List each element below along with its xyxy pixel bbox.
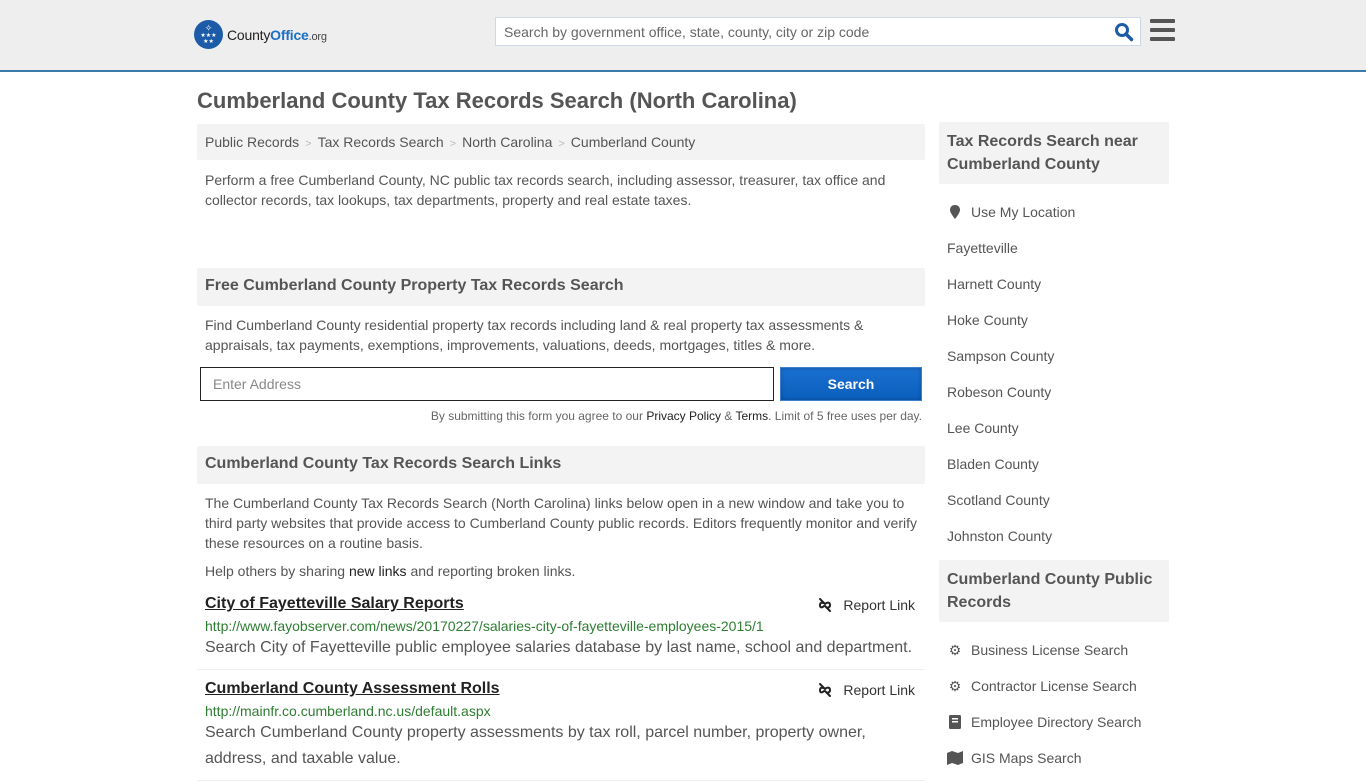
address-search-button[interactable]: Search [780, 367, 922, 401]
resource-link-description: Search City of Fayetteville public emplo… [205, 639, 913, 656]
nearby-link-harnett-county[interactable]: Harnett County [947, 276, 1041, 292]
nearby-item: Robeson County [947, 374, 1161, 410]
broken-link-icon [819, 683, 832, 697]
breadcrumb-separator: > [558, 138, 565, 150]
property-search-heading: Free Cumberland County Property Tax Reco… [197, 268, 925, 306]
map-marker-icon [947, 205, 963, 219]
gis-maps-search-link[interactable]: GIS Maps Search [971, 750, 1082, 766]
top-header: ✧ ★★★ ★★ CountyOffice.org [0, 0, 1366, 72]
map-icon [947, 751, 963, 765]
nearby-item: Lee County [947, 410, 1161, 446]
nearby-link-johnston-county[interactable]: Johnston County [947, 528, 1052, 544]
main-content: Public Records > Tax Records Search > North … [197, 124, 925, 781]
resource-link-item: City of Fayetteville Salary Reports Repo… [197, 585, 925, 670]
search-icon[interactable] [1114, 22, 1134, 42]
public-records-list: ⚙ Business License Search ⚙ Contractor L… [939, 622, 1169, 782]
breadcrumb-north-carolina[interactable]: North Carolina [462, 134, 552, 150]
resource-link-title[interactable]: Cumberland County Assessment Rolls [205, 680, 500, 698]
gear-icon: ⚙ [948, 677, 962, 694]
resource-link-item: Cumberland County Assessment Rolls Repor… [197, 670, 925, 781]
nearby-item: Sampson County [947, 338, 1161, 374]
breadcrumb-separator: > [449, 138, 457, 150]
nearby-item: Johnston County [947, 518, 1161, 554]
links-section-description: The Cumberland County Tax Records Search… [205, 495, 918, 551]
report-link-button[interactable]: Report Link [817, 597, 915, 613]
nearby-link-robeson-county[interactable]: Robeson County [947, 384, 1051, 400]
contractor-license-search-link[interactable]: Contractor License Search [971, 678, 1137, 694]
privacy-policy-link[interactable]: Privacy Policy [646, 409, 721, 423]
resource-link-url[interactable]: http://mainfr.co.cumberland.nc.us/defaul… [205, 703, 917, 719]
public-record-item: ⚙ Contractor License Search [947, 668, 1161, 704]
resource-link-title[interactable]: City of Fayetteville Salary Reports [205, 595, 464, 613]
public-record-item: GIS Maps Search [947, 740, 1161, 776]
breadcrumb-separator: > [305, 138, 312, 150]
nearby-link-hoke-county[interactable]: Hoke County [947, 312, 1028, 328]
nearby-link-bladen-county[interactable]: Bladen County [947, 456, 1039, 472]
public-record-item: Employee Directory Search [947, 704, 1161, 740]
new-links-link[interactable]: new links [349, 563, 407, 579]
property-search-description: Find Cumberland County residential prope… [205, 317, 864, 353]
nearby-item: Fayetteville [947, 230, 1161, 266]
resource-link-description: Search Cumberland County property assess… [205, 724, 866, 767]
public-records-heading: Cumberland County Public Records [939, 560, 1169, 622]
logo-text: CountyOffice.org [227, 26, 327, 43]
nearby-heading: Tax Records Search near Cumberland Count… [939, 122, 1169, 184]
nearby-item: Harnett County [947, 266, 1161, 302]
nearby-item: Scotland County [947, 482, 1161, 518]
terms-link[interactable]: Terms [735, 409, 768, 423]
help-text: Help others by sharing new links and rep… [205, 563, 576, 579]
intro-text: Perform a free Cumberland County, NC pub… [205, 172, 886, 208]
address-search-form: Search [197, 367, 925, 402]
breadcrumb: Public Records > Tax Records Search > North … [197, 124, 925, 160]
site-search-input[interactable] [496, 18, 1096, 45]
logo-eagle-icon: ✧ ★★★ ★★ [194, 20, 223, 49]
address-input[interactable] [200, 367, 774, 401]
breadcrumb-tax-records-search[interactable]: Tax Records Search [318, 134, 444, 150]
resource-link-url[interactable]: http://www.fayobserver.com/news/20170227… [205, 618, 917, 634]
breadcrumb-cumberland-county[interactable]: Cumberland County [571, 134, 696, 150]
nearby-link-scotland-county[interactable]: Scotland County [947, 492, 1050, 508]
book-icon [947, 715, 963, 729]
report-link-button[interactable]: Report Link [817, 682, 915, 698]
business-license-search-link[interactable]: Business License Search [971, 642, 1128, 658]
form-disclaimer: By submitting this form you agree to our… [430, 409, 922, 423]
breadcrumb-public-records[interactable]: Public Records [205, 134, 299, 150]
nearby-item: Bladen County [947, 446, 1161, 482]
nearby-link-fayetteville[interactable]: Fayetteville [947, 240, 1018, 256]
hamburger-menu-icon[interactable] [1150, 19, 1175, 41]
nearby-item: Hoke County [947, 302, 1161, 338]
site-search [495, 17, 1141, 46]
nearby-list: Use My Location Fayetteville Harnett Cou… [939, 184, 1169, 560]
gears-icon: ⚙ [948, 641, 962, 658]
nearby-link-lee-county[interactable]: Lee County [947, 420, 1019, 436]
use-my-location-item: Use My Location [947, 194, 1161, 230]
nearby-link-sampson-county[interactable]: Sampson County [947, 348, 1054, 364]
broken-link-icon [819, 598, 832, 612]
public-record-item: ⚙ Business License Search [947, 632, 1161, 668]
site-logo[interactable]: ✧ ★★★ ★★ CountyOffice.org [194, 20, 327, 49]
links-section-heading: Cumberland County Tax Records Search Lin… [197, 446, 925, 484]
use-my-location-link[interactable]: Use My Location [971, 204, 1075, 220]
page-title: Cumberland County Tax Records Search (No… [197, 88, 797, 113]
sidebar: Tax Records Search near Cumberland Count… [939, 122, 1169, 782]
employee-directory-search-link[interactable]: Employee Directory Search [971, 714, 1141, 730]
